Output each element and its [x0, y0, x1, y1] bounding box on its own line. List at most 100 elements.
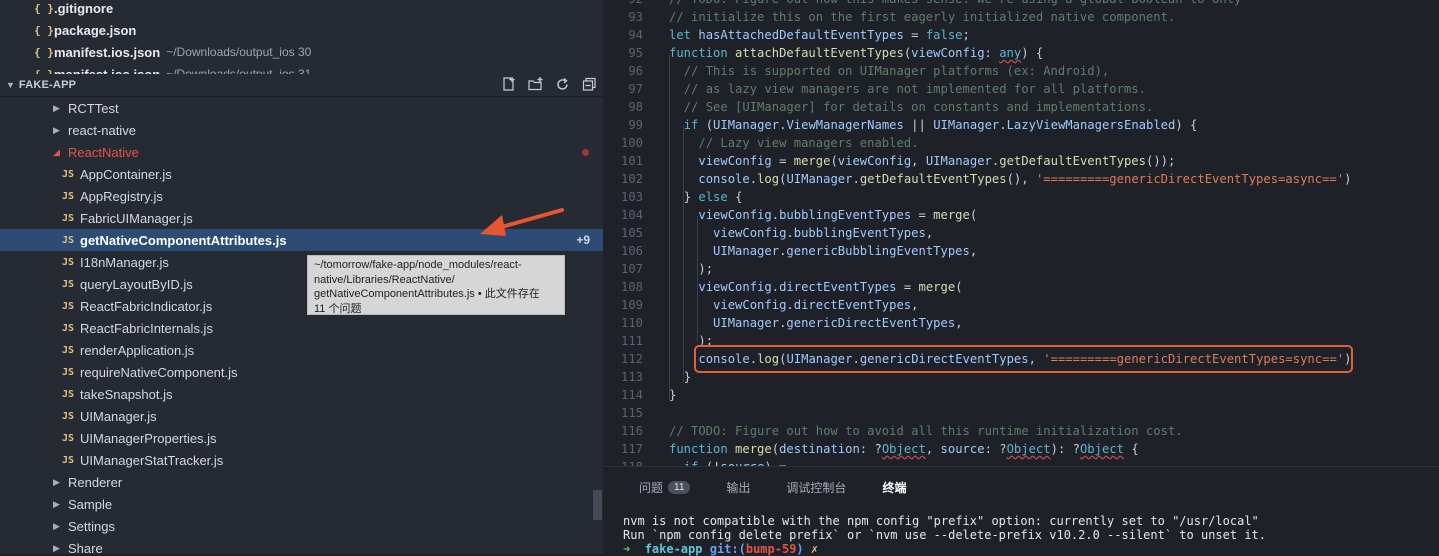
new-folder-icon[interactable] [528, 77, 543, 92]
code-token: UIManager [713, 316, 780, 330]
open-editor-item[interactable]: { } package.json [0, 19, 603, 41]
code-line[interactable]: 105 viewConfig.bubblingEventTypes, [603, 224, 1439, 242]
js-file-icon: JS [62, 388, 75, 400]
code-token: // See [UIManager] for details on consta… [683, 100, 1154, 114]
code-line[interactable]: 100 // Lazy view managers enabled. [603, 134, 1439, 152]
code-line[interactable]: 117 function merge(destination: ?Object, … [603, 440, 1439, 458]
code-token: ): ? [1050, 442, 1080, 456]
code-token: bubblingEventTypes [779, 208, 912, 222]
panel-tab-label: 输出 [726, 480, 751, 495]
open-editor-item[interactable]: { }manifest.ios.json ~/Downloads/output_i… [0, 41, 603, 63]
code-text: function attachDefaultEventTypes(viewCon… [669, 44, 1043, 62]
code-token: , [969, 244, 978, 258]
code-token: UIManager [713, 118, 780, 132]
code-line[interactable]: 103 } else { [603, 188, 1439, 206]
tree-file[interactable]: JS AppContainer.js [0, 163, 603, 185]
tree-folder[interactable]: ▶ react-native [0, 119, 603, 141]
code-line[interactable]: 98 // See [UIManager] for details on con… [603, 98, 1439, 116]
chevron-right-icon: ▶ [53, 124, 60, 135]
chevron-right-icon: ▶ [53, 520, 60, 531]
code-token: ViewManagerNames [786, 118, 904, 132]
code-text: // See [UIManager] for details on consta… [669, 98, 1154, 116]
js-file-icon: JS [62, 410, 75, 422]
code-line[interactable]: 110 UIManager.genericDirectEventTypes, [603, 314, 1439, 332]
code-line[interactable]: 94 let hasAttachedDefaultEventTypes = fal… [603, 26, 1439, 44]
tree-file[interactable]: JS ReactFabricInternals.js [0, 317, 603, 339]
code-token: , [955, 316, 963, 330]
new-file-icon[interactable] [501, 77, 516, 92]
code-line[interactable]: 102 console.log(UIManager.getDefaultEven… [603, 170, 1439, 188]
sidebar-scrollbar[interactable] [593, 490, 602, 520]
code-line[interactable]: 109 viewConfig.directEventTypes, [603, 296, 1439, 314]
code-line[interactable]: 106 UIManager.genericBubblingEventTypes, [603, 242, 1439, 260]
code-line[interactable]: 107 ); [603, 260, 1439, 278]
code-token: viewConfig [713, 298, 787, 312]
tree-folder[interactable]: ▶ Settings [0, 515, 603, 537]
code-line[interactable]: 101 viewConfig = merge(viewConfig, UIMan… [603, 152, 1439, 170]
code-token: ) { [1175, 118, 1198, 132]
line-number: 93 [628, 10, 643, 24]
json-file-icon: { } [34, 23, 54, 37]
line-number: 101 [620, 154, 643, 168]
tree-file[interactable]: JS UIManagerStatTracker.js [0, 449, 603, 471]
code-text: viewConfig.bubblingEventTypes, [669, 224, 933, 242]
code-token: ( [969, 208, 978, 222]
js-file-icon: JS [62, 322, 75, 334]
line-number: 116 [620, 424, 643, 438]
panel-tab[interactable]: 调试控制台 [786, 479, 846, 496]
error-dot-icon [582, 149, 589, 156]
tree-file[interactable]: JS UIManagerProperties.js [0, 427, 603, 449]
code-token: any [999, 46, 1022, 60]
code-token: ); [698, 262, 714, 276]
tree-item-label: react-native [68, 122, 136, 138]
tree-folder[interactable]: ▶ Share [0, 537, 603, 555]
tree-file[interactable]: JS UIManager.js [0, 405, 603, 427]
code-line[interactable]: 97 // as lazy view managers are not impl… [603, 80, 1439, 98]
line-number: 110 [620, 316, 643, 330]
code-line[interactable]: 99 if (UIManager.ViewManagerNames || UIM… [603, 116, 1439, 134]
code-editor[interactable]: 92 // TODO: Figure out how this makes sen… [603, 0, 1439, 466]
panel-tab[interactable]: 问题 11 [639, 479, 691, 496]
line-number: 98 [628, 100, 643, 114]
panel-tab[interactable]: 终端 [882, 479, 906, 496]
tree-item-label: UIManagerStatTracker.js [80, 452, 224, 468]
tree-folder[interactable]: ▶ Renderer [0, 471, 603, 493]
tree-item-label: I18nManager.js [80, 254, 169, 270]
fake-app-section-header[interactable]: ▼ FAKE-APP [0, 74, 603, 97]
code-line[interactable]: 115 [603, 404, 1439, 422]
section-title: FAKE-APP [18, 79, 77, 91]
code-line[interactable]: 96 // This is supported on UIManager pla… [603, 62, 1439, 80]
tree-folder[interactable]: ◢ ReactNative [0, 141, 603, 163]
code-token: '=========genericDirectEventTypes=async=… [1035, 172, 1345, 186]
code-line[interactable]: 114} [603, 386, 1439, 404]
tree-file[interactable]: JS AppRegistry.js [0, 185, 603, 207]
code-line[interactable]: 118 if (!source) ☐ [603, 458, 1439, 466]
problem-count-badge: 11 [668, 480, 691, 494]
tree-item-label: RCTTest [68, 100, 119, 116]
code-line[interactable]: 93 // initialize this on the first eagerl… [603, 8, 1439, 26]
code-line[interactable]: 95 function attachDefaultEventTypes(viewC… [603, 44, 1439, 62]
tree-folder[interactable]: ▶ RCTTest [0, 97, 603, 119]
tree-file[interactable]: JS takeSnapshot.js [0, 383, 603, 405]
code-token: // initialize this on the first eagerly … [669, 10, 1176, 24]
tree-folder[interactable]: ▶ Sample [0, 493, 603, 515]
code-token: LazyViewManagersEnabled [1006, 118, 1176, 132]
tree-item-label: renderApplication.js [80, 342, 195, 358]
code-line[interactable]: 108 viewConfig.directEventTypes = merge( [603, 278, 1439, 296]
code-line[interactable]: 104 viewConfig.bubblingEventTypes = merg… [603, 206, 1439, 224]
tree-file[interactable]: JS requireNativeComponent.js [0, 361, 603, 383]
code-line[interactable]: 116 // TODO: Figure out how to avoid all … [603, 422, 1439, 440]
panel-tab[interactable]: 输出 [726, 479, 750, 496]
code-line[interactable]: 92 // TODO: Figure out how this makes sen… [603, 0, 1439, 8]
code-token: getDefaultEventTypes [859, 172, 1007, 186]
chevron-down-icon: ◢ [53, 146, 60, 157]
refresh-icon[interactable] [555, 77, 570, 92]
collapse-all-icon[interactable] [582, 77, 597, 92]
open-editor-item[interactable]: { } .gitignore [0, 0, 603, 19]
tree-file[interactable]: JS renderApplication.js [0, 339, 603, 361]
